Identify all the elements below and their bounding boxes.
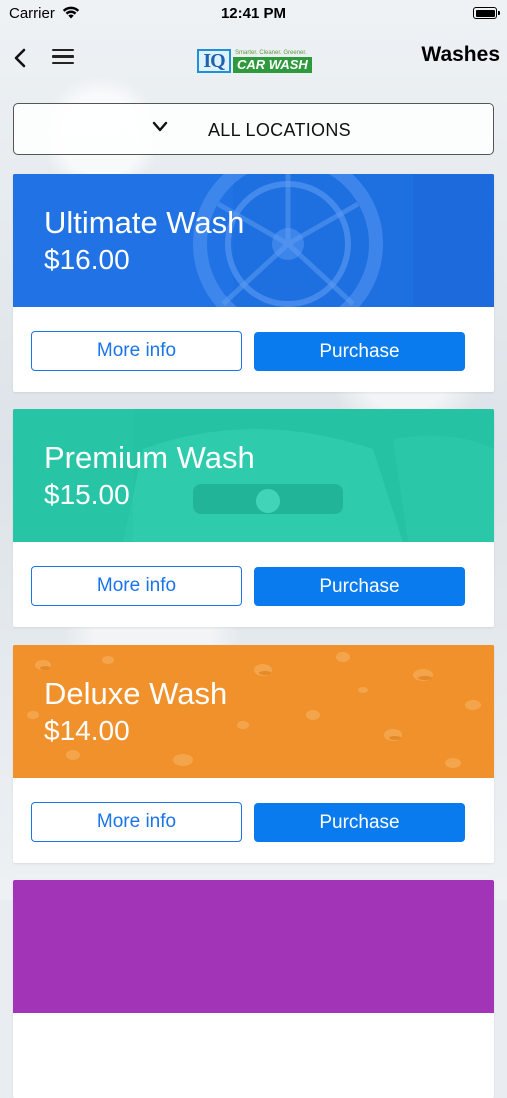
logo-mark: IQ — [197, 49, 231, 73]
wash-name: Deluxe Wash — [44, 676, 228, 711]
wash-name: Premium Wash — [44, 440, 255, 475]
location-selector[interactable]: ALL LOCATIONS — [13, 103, 494, 155]
purchase-button[interactable]: Purchase — [254, 332, 465, 371]
page-title: Washes — [421, 43, 500, 66]
wash-card-ultimate: Ultimate Wash $16.00 More info Purchase — [13, 174, 494, 392]
wash-card-deluxe: Deluxe Wash $14.00 More info Purchase — [13, 645, 494, 863]
status-time: 12:41 PM — [220, 5, 287, 22]
card-header: Deluxe Wash $14.00 — [13, 645, 494, 778]
back-chevron-icon[interactable] — [12, 46, 30, 70]
more-info-button[interactable]: More info — [31, 331, 242, 371]
wash-price: $15.00 — [44, 479, 130, 510]
wash-card-premium: Premium Wash $15.00 More info Purchase — [13, 409, 494, 627]
iq-car-wash-logo: IQ Smarter. Cleaner. Greener. CAR WASH — [197, 49, 312, 75]
more-info-button[interactable]: More info — [31, 566, 242, 606]
card-header: Ultimate Wash $16.00 — [13, 174, 494, 307]
wash-name: Ultimate Wash — [44, 205, 245, 240]
status-bar: Carrier 12:41 PM — [0, 0, 507, 28]
wash-price: $14.00 — [44, 715, 130, 746]
purchase-button[interactable]: Purchase — [254, 567, 465, 606]
navigation-bar: IQ Smarter. Cleaner. Greener. CAR WASH W… — [0, 28, 507, 88]
more-info-button[interactable]: More info — [31, 802, 242, 842]
card-header: Premium Wash $15.00 — [13, 409, 494, 542]
logo-text: CAR WASH — [233, 57, 312, 73]
wash-price: $16.00 — [44, 244, 130, 275]
logo-tagline: Smarter. Cleaner. Greener. — [235, 50, 307, 56]
chevron-down-icon — [152, 121, 168, 132]
purchase-button[interactable]: Purchase — [254, 803, 465, 842]
location-label: ALL LOCATIONS — [208, 120, 351, 140]
battery-icon — [473, 7, 500, 19]
wash-card-partial — [13, 880, 494, 1098]
hamburger-menu-icon[interactable] — [52, 49, 74, 67]
